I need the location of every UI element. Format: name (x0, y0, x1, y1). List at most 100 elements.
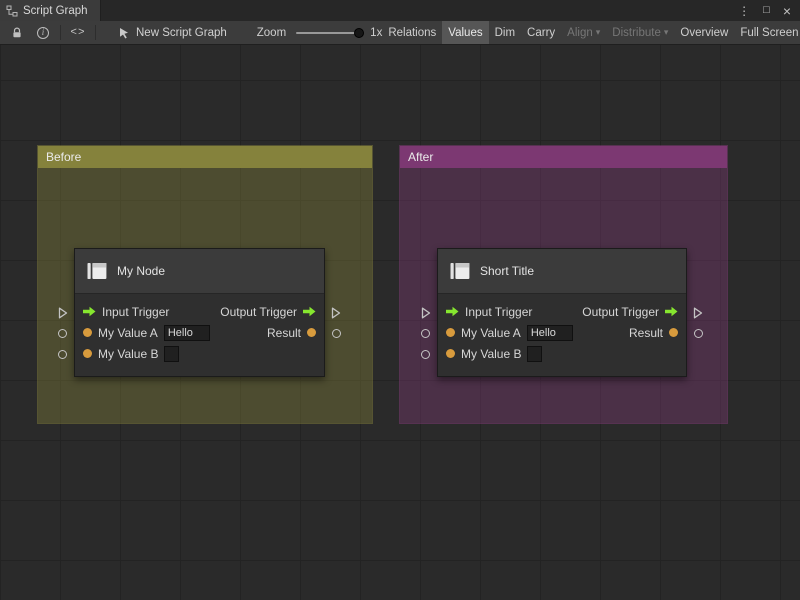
port-output-trigger[interactable]: Output Trigger (220, 305, 316, 319)
value-port-icon (669, 328, 678, 337)
code-icon: <> (70, 27, 85, 39)
port-row: Input Trigger Output Trigger (438, 301, 686, 322)
flow-arrow-icon (83, 306, 96, 317)
graph-name-label: New Script Graph (136, 27, 227, 39)
tab-script-graph[interactable]: Script Graph (0, 0, 101, 21)
port-input-trigger[interactable]: Input Trigger (83, 305, 169, 319)
relations-label: Relations (388, 27, 436, 39)
flow-arrow-icon (303, 306, 316, 317)
external-input-trigger-port[interactable] (58, 307, 68, 319)
info-icon: i (37, 27, 49, 39)
value-port-icon (446, 349, 455, 358)
external-value-a-port[interactable] (58, 329, 67, 338)
graph-title[interactable]: New Script Graph (118, 27, 227, 39)
toolbar-buttons: Relations Values Dim Carry Align ▾ Distr… (382, 21, 800, 45)
dim-label: Dim (495, 27, 515, 39)
value-port-icon (446, 328, 455, 337)
external-output-trigger-port[interactable] (331, 307, 341, 319)
script-graph-icon (6, 5, 18, 17)
node-header[interactable]: My Node (75, 249, 324, 294)
align-label: Align (567, 27, 593, 39)
overview-button[interactable]: Overview (674, 21, 734, 45)
dim-button[interactable]: Dim (489, 21, 521, 45)
distribute-label: Distribute (612, 27, 661, 39)
lock-icon (11, 27, 23, 39)
value-a-input[interactable] (164, 325, 210, 341)
external-value-b-port[interactable] (421, 350, 430, 359)
port-my-value-a[interactable]: My Value A (446, 325, 573, 341)
window-menu-button[interactable]: ⋮ (738, 5, 750, 17)
values-button[interactable]: Values (442, 21, 488, 45)
unit-icon (87, 262, 107, 280)
port-row: My Value B (438, 343, 686, 364)
script-graph-window: Script Graph ⋮ □ × i <> New Script Grap (0, 0, 800, 600)
flow-arrow-icon (446, 306, 459, 317)
window-controls: ⋮ □ × (738, 0, 800, 21)
port-my-value-b[interactable]: My Value B (446, 346, 542, 362)
zoom-slider-knob[interactable] (354, 28, 364, 38)
node-my-node[interactable]: My Node Input Trigger Output Trigger (74, 248, 325, 377)
port-label: Input Trigger (465, 305, 532, 319)
value-b-input[interactable] (527, 346, 542, 362)
external-output-trigger-port[interactable] (693, 307, 703, 319)
chevron-down-icon: ▾ (664, 28, 669, 37)
node-short-title[interactable]: Short Title Input Trigger Output Trigger (437, 248, 687, 377)
external-value-a-port[interactable] (421, 329, 430, 338)
port-result[interactable]: Result (629, 326, 678, 340)
group-header[interactable]: Before (38, 146, 372, 168)
port-label: Output Trigger (582, 305, 659, 319)
carry-button[interactable]: Carry (521, 21, 561, 45)
port-row: My Value B (75, 343, 324, 364)
overview-label: Overview (680, 27, 728, 39)
edit-source-button[interactable]: <> (65, 21, 91, 45)
relations-button[interactable]: Relations (382, 21, 442, 45)
graph-canvas[interactable]: Before After My Node (0, 45, 800, 600)
port-result[interactable]: Result (267, 326, 316, 340)
fullscreen-button[interactable]: Full Screen (734, 21, 800, 45)
port-label: My Value B (98, 347, 158, 361)
zoom-label: Zoom (257, 27, 286, 39)
external-result-port[interactable] (332, 329, 341, 338)
node-title: My Node (117, 264, 165, 278)
zoom-value: 1x (370, 27, 382, 39)
external-result-port[interactable] (694, 329, 703, 338)
port-my-value-a[interactable]: My Value A (83, 325, 210, 341)
value-b-input[interactable] (164, 346, 179, 362)
window-tab-bar: Script Graph ⋮ □ × (0, 0, 800, 21)
lock-button[interactable] (4, 21, 30, 45)
value-port-icon (83, 328, 92, 337)
graph-toolbar: i <> New Script Graph Zoom 1x Relations … (0, 21, 800, 45)
port-label: Result (267, 326, 301, 340)
flow-arrow-icon (665, 306, 678, 317)
group-title: Before (46, 150, 81, 164)
port-input-trigger[interactable]: Input Trigger (446, 305, 532, 319)
maximize-button[interactable]: □ (763, 5, 770, 16)
tab-title: Script Graph (23, 5, 88, 17)
distribute-button[interactable]: Distribute ▾ (606, 21, 674, 45)
graph-pointer-icon (118, 27, 130, 39)
port-label: Output Trigger (220, 305, 297, 319)
value-port-icon (307, 328, 316, 337)
fullscreen-label: Full Screen (740, 27, 798, 39)
node-title: Short Title (480, 264, 534, 278)
info-button[interactable]: i (30, 21, 56, 45)
value-port-icon (83, 349, 92, 358)
port-row: Input Trigger Output Trigger (75, 301, 324, 322)
close-button[interactable]: × (783, 4, 791, 18)
group-header[interactable]: After (400, 146, 727, 168)
port-label: My Value A (98, 326, 158, 340)
port-label: My Value B (461, 347, 521, 361)
align-button[interactable]: Align ▾ (561, 21, 606, 45)
port-label: My Value A (461, 326, 521, 340)
zoom-slider[interactable] (296, 27, 364, 39)
external-value-b-port[interactable] (58, 350, 67, 359)
port-row: My Value A Result (438, 322, 686, 343)
external-input-trigger-port[interactable] (421, 307, 431, 319)
node-body: Input Trigger Output Trigger My Value A (438, 294, 686, 376)
port-label: Input Trigger (102, 305, 169, 319)
chevron-down-icon: ▾ (596, 28, 601, 37)
value-a-input[interactable] (527, 325, 573, 341)
port-my-value-b[interactable]: My Value B (83, 346, 179, 362)
node-header[interactable]: Short Title (438, 249, 686, 294)
port-output-trigger[interactable]: Output Trigger (582, 305, 678, 319)
